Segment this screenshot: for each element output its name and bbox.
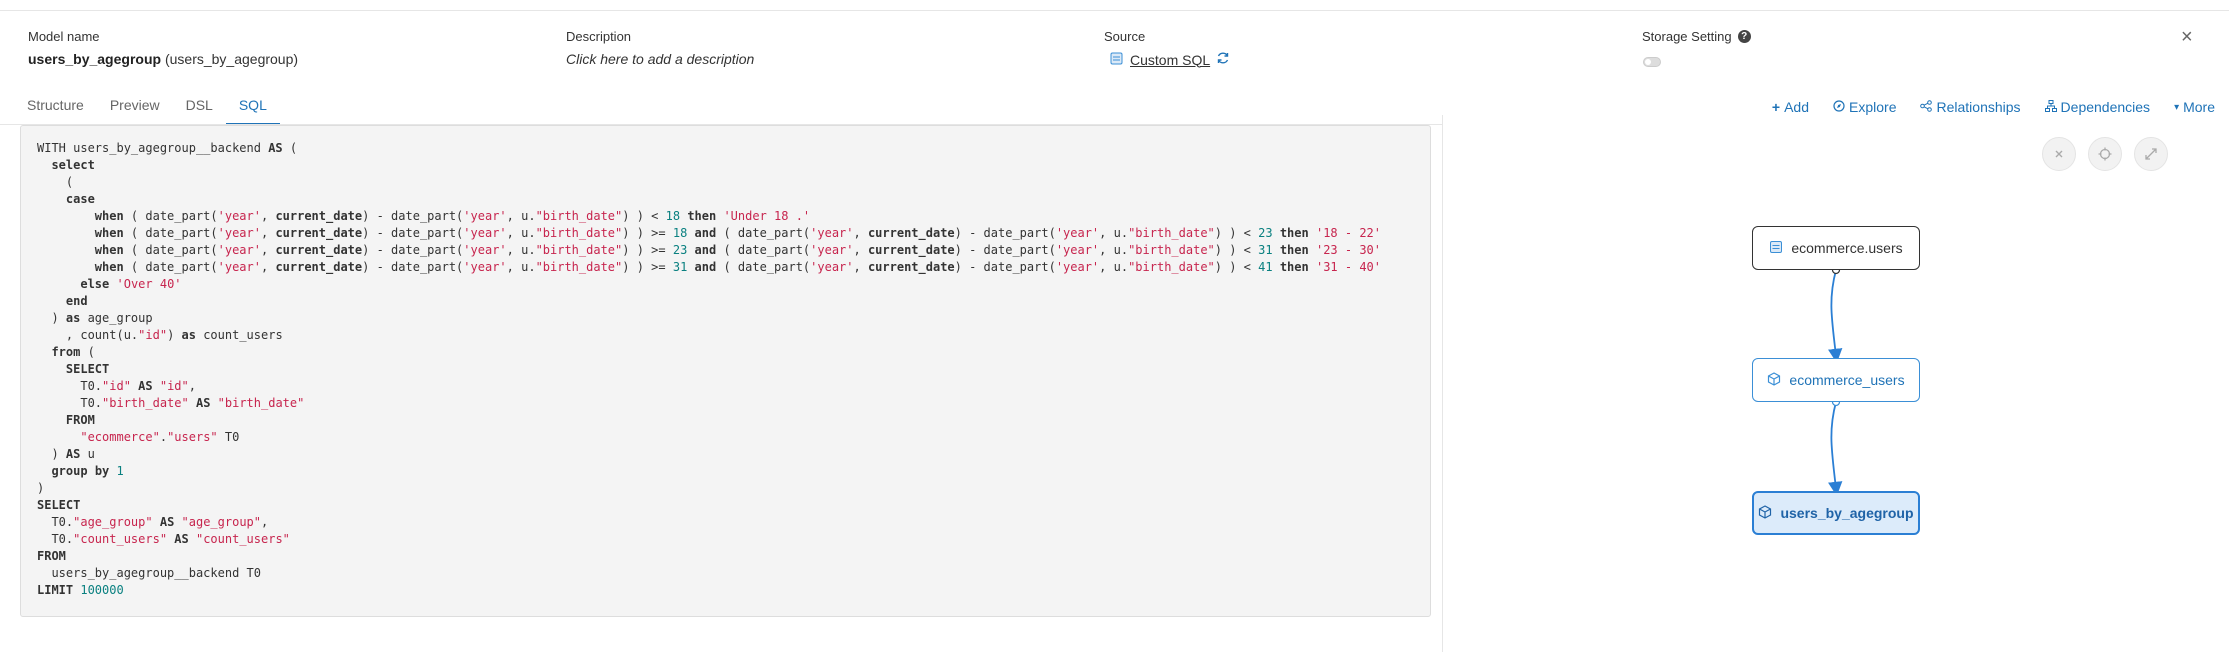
sitemap-icon <box>2044 99 2057 115</box>
expand-icon[interactable] <box>2134 137 2168 171</box>
sql-line: T0."count_users" AS "count_users" <box>37 532 290 546</box>
sql-code-view[interactable]: WITH users_by_agegroup__backend AS ( sel… <box>20 125 1431 617</box>
sql-line: when ( date_part('year', current_date) -… <box>94 209 811 223</box>
sql-code: WITH users_by_agegroup__backend AS ( sel… <box>37 140 1381 599</box>
more-button[interactable]: ▾ More <box>2174 99 2215 115</box>
sql-line: select <box>51 158 95 172</box>
sql-line: end <box>65 294 88 308</box>
sql-line: T0."birth_date" AS "birth_date" <box>37 396 305 410</box>
tab-dsl[interactable]: DSL <box>173 95 226 125</box>
more-label: More <box>2183 99 2215 115</box>
model-name-alias: (users_by_agegroup) <box>164 51 299 67</box>
add-button[interactable]: + Add <box>1772 99 1809 115</box>
relationships-label: Relationships <box>1936 99 2021 115</box>
sql-line: , count(u."id") as count_users <box>37 328 283 342</box>
storage-setting-label: Storage Setting ? <box>1642 29 1751 44</box>
source-value: Custom SQL <box>1110 51 1230 68</box>
node-ecommerce-users-table[interactable]: ecommerce.users <box>1752 226 1920 270</box>
sql-line: from ( <box>51 345 95 359</box>
node-ecommerce-users-model[interactable]: ecommerce_users <box>1752 358 1920 402</box>
description-label: Description <box>566 29 632 44</box>
sql-line: LIMIT 100000 <box>37 583 124 597</box>
sql-line: group by 1 <box>51 464 124 478</box>
sql-line: when ( date_part('year', current_date) -… <box>94 243 1381 257</box>
crosshair-icon[interactable] <box>2088 137 2122 171</box>
explore-label: Explore <box>1849 99 1897 115</box>
sql-line: T0."age_group" AS "age_group", <box>37 515 269 529</box>
add-label: Add <box>1784 99 1810 115</box>
action-bar: + Add Explore Relationships Dependencies … <box>1772 99 2215 115</box>
model-name-label: Model name <box>28 29 100 44</box>
dependencies-button[interactable]: Dependencies <box>2044 99 2151 115</box>
table-icon <box>1769 240 1783 257</box>
sql-line: FROM <box>65 413 95 427</box>
sql-line: case <box>65 192 95 206</box>
node-label: users_by_agegroup <box>1780 505 1914 521</box>
sql-line: T0."id" AS "id", <box>37 379 196 393</box>
relationships-button[interactable]: Relationships <box>1920 99 2021 115</box>
node-label: ecommerce.users <box>1791 240 1903 256</box>
tab-sql[interactable]: SQL <box>225 95 280 125</box>
sql-line: FROM <box>37 549 66 563</box>
sql-line: when ( date_part('year', current_date) -… <box>94 260 1381 274</box>
refresh-icon[interactable] <box>1216 51 1230 68</box>
close-icon[interactable]: × <box>2181 27 2193 47</box>
table-icon <box>1110 51 1124 68</box>
sql-line: "ecommerce"."users" T0 <box>80 430 240 444</box>
help-icon[interactable]: ? <box>1737 30 1751 43</box>
source-label: Source <box>1104 29 1146 44</box>
caret-down-icon: ▾ <box>2174 101 2180 113</box>
sql-line: ) <box>37 481 45 495</box>
close-icon[interactable] <box>2042 137 2076 171</box>
sql-line: SELECT <box>37 498 81 512</box>
dependencies-label: Dependencies <box>2060 99 2151 115</box>
custom-sql-link[interactable]: Custom SQL <box>1130 52 1210 68</box>
node-label: ecommerce_users <box>1789 372 1905 388</box>
share-nodes-icon <box>1920 99 1933 115</box>
cube-icon <box>1758 504 1772 522</box>
node-users-by-agegroup[interactable]: users_by_agegroup <box>1752 491 1920 535</box>
compass-icon <box>1833 99 1845 115</box>
tab-preview[interactable]: Preview <box>97 95 173 125</box>
sql-line: users_by_agegroup__backend T0 <box>37 566 261 580</box>
sql-line: ) AS u <box>37 447 95 461</box>
sql-line: ( <box>37 175 74 189</box>
sql-line: SELECT <box>65 362 110 376</box>
description-field[interactable]: Click here to add a description <box>566 51 754 67</box>
tab-bar: Structure Preview DSL SQL <box>14 95 280 125</box>
explore-button[interactable]: Explore <box>1833 99 1896 115</box>
sql-line: WITH users_by_agegroup__backend AS ( <box>37 141 298 155</box>
model-name-value[interactable]: users_by_agegroup (users_by_agegroup) <box>28 51 298 67</box>
tab-structure[interactable]: Structure <box>14 95 97 125</box>
plus-icon: + <box>1771 99 1781 115</box>
sql-line: else 'Over 40' <box>80 277 182 291</box>
storage-toggle[interactable] <box>1643 57 1661 67</box>
sql-line: when ( date_part('year', current_date) -… <box>94 226 1381 240</box>
cube-icon <box>1767 371 1781 389</box>
sql-line: ) as age_group <box>37 311 153 325</box>
storage-setting-text: Storage Setting <box>1642 29 1732 44</box>
model-name: users_by_agegroup <box>28 51 162 67</box>
